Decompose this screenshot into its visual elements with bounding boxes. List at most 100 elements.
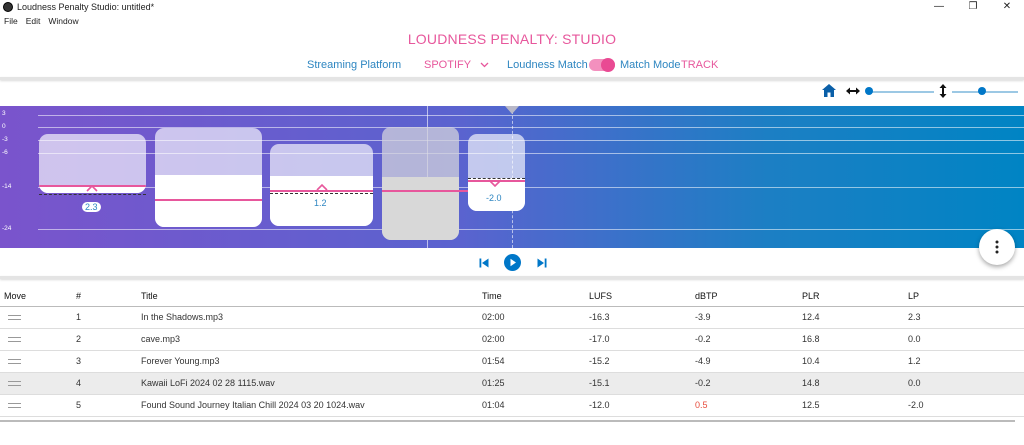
- toggle-knob: [601, 58, 615, 72]
- menu-bar: File Edit Window: [0, 15, 83, 27]
- drag-handle-icon[interactable]: [8, 381, 21, 386]
- table-row-selected[interactable]: 4 Kawaii LoFi 2024 02 28 1115.wav 01:25 …: [0, 372, 1024, 395]
- cell-lufs: -12.0: [589, 394, 695, 417]
- gridline: [38, 115, 1024, 116]
- platform-select-value: SPOTIFY: [424, 59, 471, 71]
- cell-lp: 1.2: [908, 350, 1024, 373]
- home-icon[interactable]: [822, 84, 836, 97]
- cell-plr: 16.8: [802, 328, 908, 351]
- menu-file[interactable]: File: [0, 15, 22, 27]
- caret-up-icon: [86, 185, 98, 192]
- header-divider: [0, 77, 1024, 80]
- table-row[interactable]: 5 Found Sound Journey Italian Chill 2024…: [0, 394, 1024, 417]
- menu-edit[interactable]: Edit: [22, 15, 45, 27]
- cell-time: 02:00: [482, 306, 589, 329]
- cell-lufs: -15.2: [589, 350, 695, 373]
- horizontal-zoom-track[interactable]: [866, 91, 934, 93]
- track-level-fill: [382, 177, 459, 240]
- skip-previous-icon[interactable]: [479, 258, 489, 268]
- platform-select[interactable]: SPOTIFY: [424, 58, 489, 72]
- window-controls: — ❐ ✕: [922, 0, 1024, 14]
- cell-plr: 14.8: [802, 372, 908, 395]
- cell-plr: 10.4: [802, 350, 908, 373]
- lp-label-3: 1.2: [314, 198, 327, 208]
- loudness-match-label: Loudness Match: [507, 59, 588, 71]
- cell-time: 01:25: [482, 372, 589, 395]
- col-header-move[interactable]: Move: [0, 286, 76, 307]
- caret-down-icon: [488, 179, 502, 187]
- zoom-toolbar: [822, 84, 1022, 100]
- col-header-lufs[interactable]: LUFS: [589, 286, 695, 307]
- title-bar: Loudness Penalty Studio: untitled* — ❐ ✕: [0, 0, 1024, 14]
- cell-number: 3: [76, 350, 141, 373]
- y-tick-label: 0: [2, 123, 6, 130]
- track-card-2[interactable]: [155, 128, 262, 227]
- drag-handle-icon[interactable]: [8, 359, 21, 364]
- target-line: [39, 194, 146, 195]
- caret-up-icon: [316, 184, 328, 191]
- cell-lp: 0.0: [908, 372, 1024, 395]
- cell-number: 1: [76, 306, 141, 329]
- skip-next-icon[interactable]: [537, 258, 547, 268]
- track-level-fill: [155, 175, 262, 227]
- menu-window[interactable]: Window: [44, 15, 82, 27]
- col-header-number[interactable]: #: [76, 286, 141, 307]
- cell-plr: 12.5: [802, 394, 908, 417]
- cell-time: 02:00: [482, 328, 589, 351]
- cell-dbtp: -0.2: [695, 328, 802, 351]
- match-mode-label: Match Mode: [620, 59, 681, 71]
- drag-handle-icon[interactable]: [8, 337, 21, 342]
- cell-title: In the Shadows.mp3: [141, 306, 482, 329]
- table-header-row: Move # Title Time LUFS dBTP PLR LP: [0, 286, 1024, 307]
- minimize-icon[interactable]: —: [922, 0, 956, 14]
- cell-number: 4: [76, 372, 141, 395]
- lufs-line: [382, 190, 459, 192]
- controls-row: Streaming Platform SPOTIFY Loudness Matc…: [0, 58, 1024, 74]
- track-table: Move # Title Time LUFS dBTP PLR LP 1 In …: [0, 286, 1024, 417]
- lp-label-5: -2.0: [486, 193, 502, 203]
- drag-handle-icon[interactable]: [8, 403, 21, 408]
- cell-dbtp-warning: 0.5: [695, 394, 802, 417]
- drag-handle-icon[interactable]: [8, 315, 21, 320]
- app-title: LOUDNESS PENALTY: STUDIO: [407, 31, 617, 47]
- cell-lufs: -17.0: [589, 328, 695, 351]
- col-header-dbtp[interactable]: dBTP: [695, 286, 802, 307]
- col-header-time[interactable]: Time: [482, 286, 589, 307]
- cell-number: 2: [76, 328, 141, 351]
- playhead-marker-icon[interactable]: [505, 106, 519, 115]
- col-header-lp[interactable]: LP: [908, 286, 1024, 307]
- table-row[interactable]: 1 In the Shadows.mp3 02:00 -16.3 -3.9 12…: [0, 306, 1024, 329]
- y-tick-label: -24: [2, 225, 12, 232]
- lufs-line: [155, 199, 262, 201]
- loudness-match-toggle[interactable]: [589, 58, 615, 72]
- transport-controls: [0, 254, 1024, 272]
- streaming-platform-label: Streaming Platform: [307, 59, 402, 71]
- cell-lp: -2.0: [908, 394, 1024, 417]
- maximize-icon[interactable]: ❐: [956, 0, 990, 14]
- horizontal-zoom-icon: [846, 87, 860, 95]
- window-title: Loudness Penalty Studio: untitled*: [17, 2, 155, 12]
- vertical-zoom-knob[interactable]: [978, 87, 986, 95]
- cell-lp: 0.0: [908, 328, 1024, 351]
- loudness-visualization[interactable]: 3 0 -3 -6 -14 -24 2.3 1.2 -2.0: [0, 106, 1024, 248]
- cell-lufs: -15.1: [589, 372, 695, 395]
- play-icon[interactable]: [504, 254, 521, 271]
- cell-time: 01:54: [482, 350, 589, 373]
- lp-badge-1: 2.3: [82, 202, 101, 212]
- col-header-plr[interactable]: PLR: [802, 286, 908, 307]
- cell-title: Kawaii LoFi 2024 02 28 1115.wav: [141, 372, 482, 395]
- cell-number: 5: [76, 394, 141, 417]
- vertical-zoom-icon: [939, 84, 947, 98]
- col-header-title[interactable]: Title: [141, 286, 482, 307]
- table-row[interactable]: 2 cave.mp3 02:00 -17.0 -0.2 16.8 0.0: [0, 328, 1024, 351]
- y-tick-label: -14: [2, 183, 12, 190]
- track-card-4[interactable]: [382, 127, 459, 240]
- table-row[interactable]: 3 Forever Young.mp3 01:54 -15.2 -4.9 10.…: [0, 350, 1024, 373]
- match-mode-value[interactable]: TRACK: [681, 58, 718, 72]
- y-tick-label: -3: [2, 136, 8, 143]
- y-tick-label: -6: [2, 149, 8, 156]
- horizontal-zoom-knob[interactable]: [865, 87, 873, 95]
- cell-title: Found Sound Journey Italian Chill 2024 0…: [141, 394, 482, 417]
- close-icon[interactable]: ✕: [990, 0, 1024, 14]
- app-icon: [3, 2, 13, 12]
